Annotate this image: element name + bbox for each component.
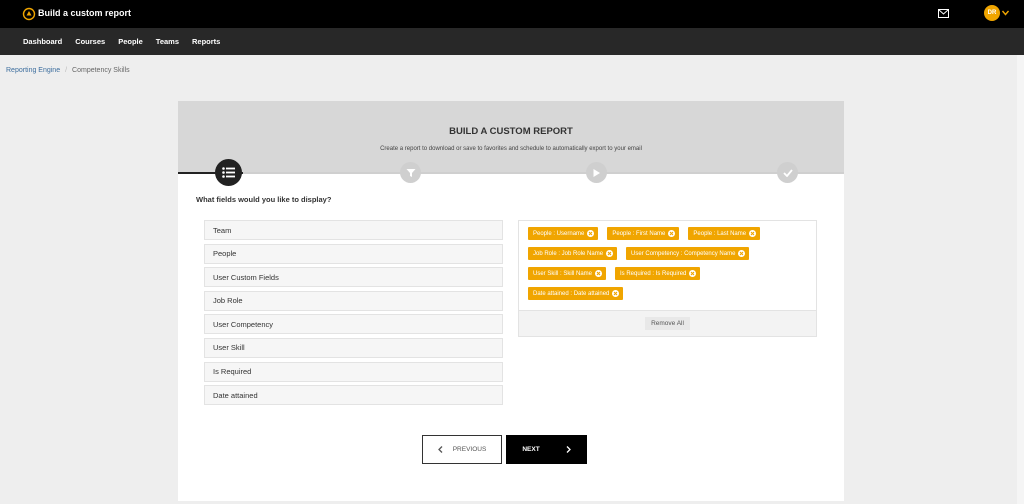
tag-label: User Skill : Skill Name — [533, 270, 593, 277]
nav-teams[interactable]: Teams — [156, 37, 179, 46]
check-icon — [782, 168, 793, 177]
play-icon — [593, 168, 600, 177]
nav-reports[interactable]: Reports — [192, 37, 220, 46]
remove-tag-icon[interactable] — [606, 250, 614, 257]
remove-tag-icon[interactable] — [738, 250, 746, 257]
tag-label: Date attained : Date attained — [533, 290, 610, 297]
mail-icon[interactable] — [938, 9, 949, 18]
page-subtitle: Create a report to download or save to f… — [380, 146, 642, 152]
field-item-user-competency[interactable]: User Competency — [204, 314, 503, 335]
field-item-date-attained[interactable]: Date attained — [204, 385, 503, 406]
list-icon — [222, 167, 235, 178]
selected-tag: Job Role : Job Role Name — [528, 247, 618, 260]
remove-tag-icon[interactable] — [668, 230, 676, 237]
chevron-down-icon[interactable] — [1002, 10, 1009, 16]
tag-label: Job Role : Job Role Name — [533, 250, 604, 257]
chevron-left-icon — [437, 446, 443, 453]
step-progress-track — [178, 172, 844, 174]
field-item-user-skill[interactable]: User Skill — [204, 337, 503, 358]
remove-tag-icon[interactable] — [612, 290, 620, 297]
selected-tags: People : Username People : First Name Pe… — [519, 221, 809, 307]
selected-tag: People : Username — [528, 227, 599, 240]
field-item-team[interactable]: Team — [204, 220, 503, 240]
selected-tag: Date attained : Date attained — [528, 287, 624, 300]
selected-tag: Is Required : Is Required — [615, 267, 701, 280]
nav-dashboard[interactable]: Dashboard — [23, 37, 62, 46]
breadcrumb-separator: / — [65, 67, 68, 74]
tag-label: Is Required : Is Required — [620, 270, 687, 277]
next-button-label: NEXT — [522, 446, 540, 453]
step-finish[interactable] — [777, 162, 798, 183]
filter-icon — [406, 168, 415, 177]
previous-button[interactable]: PREVIOUS — [422, 435, 502, 464]
field-item-user-custom-fields[interactable]: User Custom Fields — [204, 267, 503, 288]
tag-label: People : Last Name — [693, 230, 747, 237]
report-builder-card: BUILD A CUSTOM REPORT Create a report to… — [178, 101, 844, 501]
selected-tag: People : First Name — [607, 227, 680, 240]
remove-all-bar: Remove All — [519, 310, 816, 336]
breadcrumb-current: Competency Skills — [72, 67, 130, 74]
previous-button-label: PREVIOUS — [452, 446, 487, 453]
breadcrumb-reporting-engine[interactable]: Reporting Engine — [6, 67, 60, 74]
remove-tag-icon[interactable] — [689, 270, 697, 277]
breadcrumb: Reporting Engine / Competency Skills — [6, 67, 130, 74]
card-header: BUILD A CUSTOM REPORT Create a report to… — [178, 101, 844, 172]
selected-tag: People : Last Name — [688, 227, 761, 240]
remove-tag-icon[interactable] — [587, 230, 595, 237]
step-filters[interactable] — [400, 162, 421, 183]
next-button[interactable]: NEXT — [506, 435, 587, 464]
field-item-people[interactable]: People — [204, 243, 503, 264]
tag-label: People : Username — [533, 230, 585, 237]
selected-tag: User Skill : Skill Name — [528, 267, 607, 280]
step-run[interactable] — [586, 162, 607, 183]
available-fields-list: Team People User Custom Fields Job Role … — [204, 220, 503, 409]
fields-question: What fields would you like to display? — [196, 195, 332, 204]
remove-all-button[interactable]: Remove All — [645, 317, 690, 330]
selected-tag: User Competency : Competency Name — [626, 247, 750, 260]
top-bar: Build a custom report DR — [0, 0, 1024, 28]
step-fields[interactable] — [215, 159, 242, 186]
page-scrollbar[interactable] — [1017, 55, 1024, 504]
avatar[interactable]: DR — [984, 5, 1000, 21]
tag-label: People : First Name — [612, 230, 666, 237]
nav-courses[interactable]: Courses — [75, 37, 105, 46]
remove-tag-icon[interactable] — [749, 230, 757, 237]
app-title: Build a custom report — [38, 8, 132, 18]
chevron-right-icon — [566, 446, 571, 453]
page-title: BUILD A CUSTOM REPORT — [449, 126, 573, 137]
field-item-job-role[interactable]: Job Role — [204, 290, 503, 311]
logo-icon[interactable] — [22, 7, 36, 21]
main-nav: Dashboard Courses People Teams Reports — [0, 28, 1024, 55]
field-item-is-required[interactable]: Is Required — [204, 361, 503, 382]
nav-people[interactable]: People — [118, 37, 143, 46]
remove-tag-icon[interactable] — [595, 270, 603, 277]
selected-fields-box: People : Username People : First Name Pe… — [518, 220, 817, 337]
tag-label: User Competency : Competency Name — [631, 250, 736, 257]
